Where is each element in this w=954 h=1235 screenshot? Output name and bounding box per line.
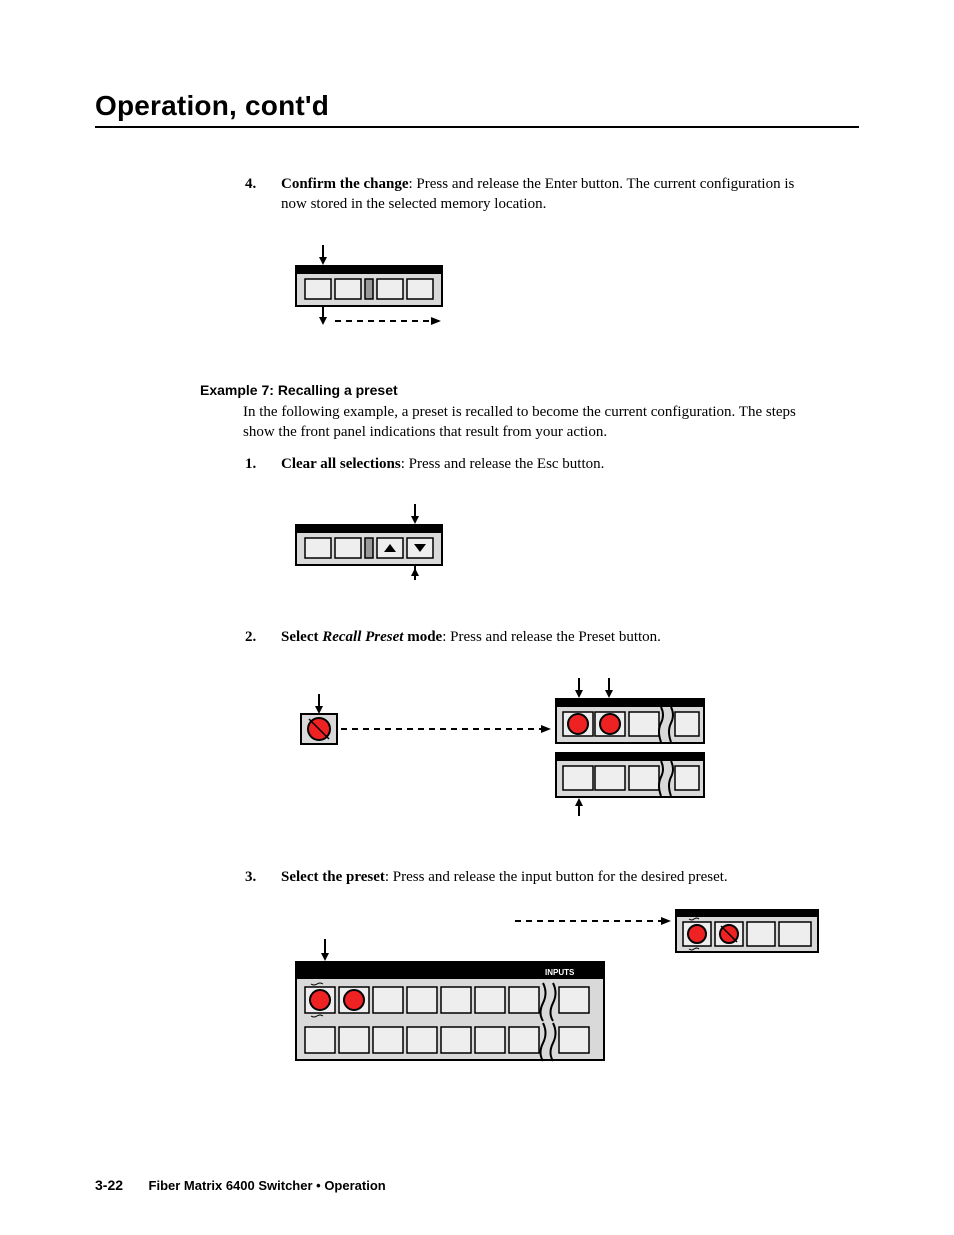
step-1: 1. Clear all selections: Press and relea… [245, 454, 817, 474]
figure-step-3: INPUTS [295, 909, 859, 1074]
footer-title: Fiber Matrix 6400 Switcher • Operation [149, 1178, 386, 1193]
step-3-bold: Select the preset [281, 869, 385, 885]
step-1-rest: : Press and release the Esc button. [401, 456, 605, 472]
example-lead: In the following example, a preset is re… [243, 402, 817, 443]
step-2-pre: Select [281, 629, 322, 645]
step-2-rest: mode [403, 629, 442, 645]
step-1-text: Clear all selections: Press and release … [281, 454, 604, 474]
step-3-rest: : Press and release the input button for… [385, 869, 728, 885]
inputs-label: INPUTS [545, 968, 575, 977]
figure-step-4 [295, 243, 859, 338]
step-3-text: Select the preset: Press and release the… [281, 867, 728, 887]
step-1-num: 1. [245, 454, 259, 474]
step-2-after: : Press and release the Preset button. [442, 629, 661, 645]
page-header: Operation, cont'd [95, 90, 859, 128]
step-2-ital: Recall Preset [322, 629, 403, 645]
step-4-text: Confirm the change: Press and release th… [281, 174, 817, 215]
step-4-num: 4. [245, 174, 259, 215]
step-4-bold: Confirm the change [281, 176, 409, 192]
figure-step-1 [295, 502, 859, 597]
step-4: 4. Confirm the change: Press and release… [245, 174, 817, 215]
example-heading: Example 7: Recalling a preset [200, 382, 859, 398]
figure-step-2 [295, 676, 859, 831]
step-3-num: 3. [245, 867, 259, 887]
page-footer: 3-22 Fiber Matrix 6400 Switcher • Operat… [95, 1177, 386, 1195]
step-1-bold: Clear all selections [281, 456, 401, 472]
step-2-text: Select Recall Preset mode: Press and rel… [281, 627, 661, 647]
step-2-num: 2. [245, 627, 259, 647]
step-2: 2. Select Recall Preset mode: Press and … [245, 627, 817, 647]
step-3: 3. Select the preset: Press and release … [245, 867, 817, 887]
footer-page-number: 3-22 [95, 1177, 123, 1193]
